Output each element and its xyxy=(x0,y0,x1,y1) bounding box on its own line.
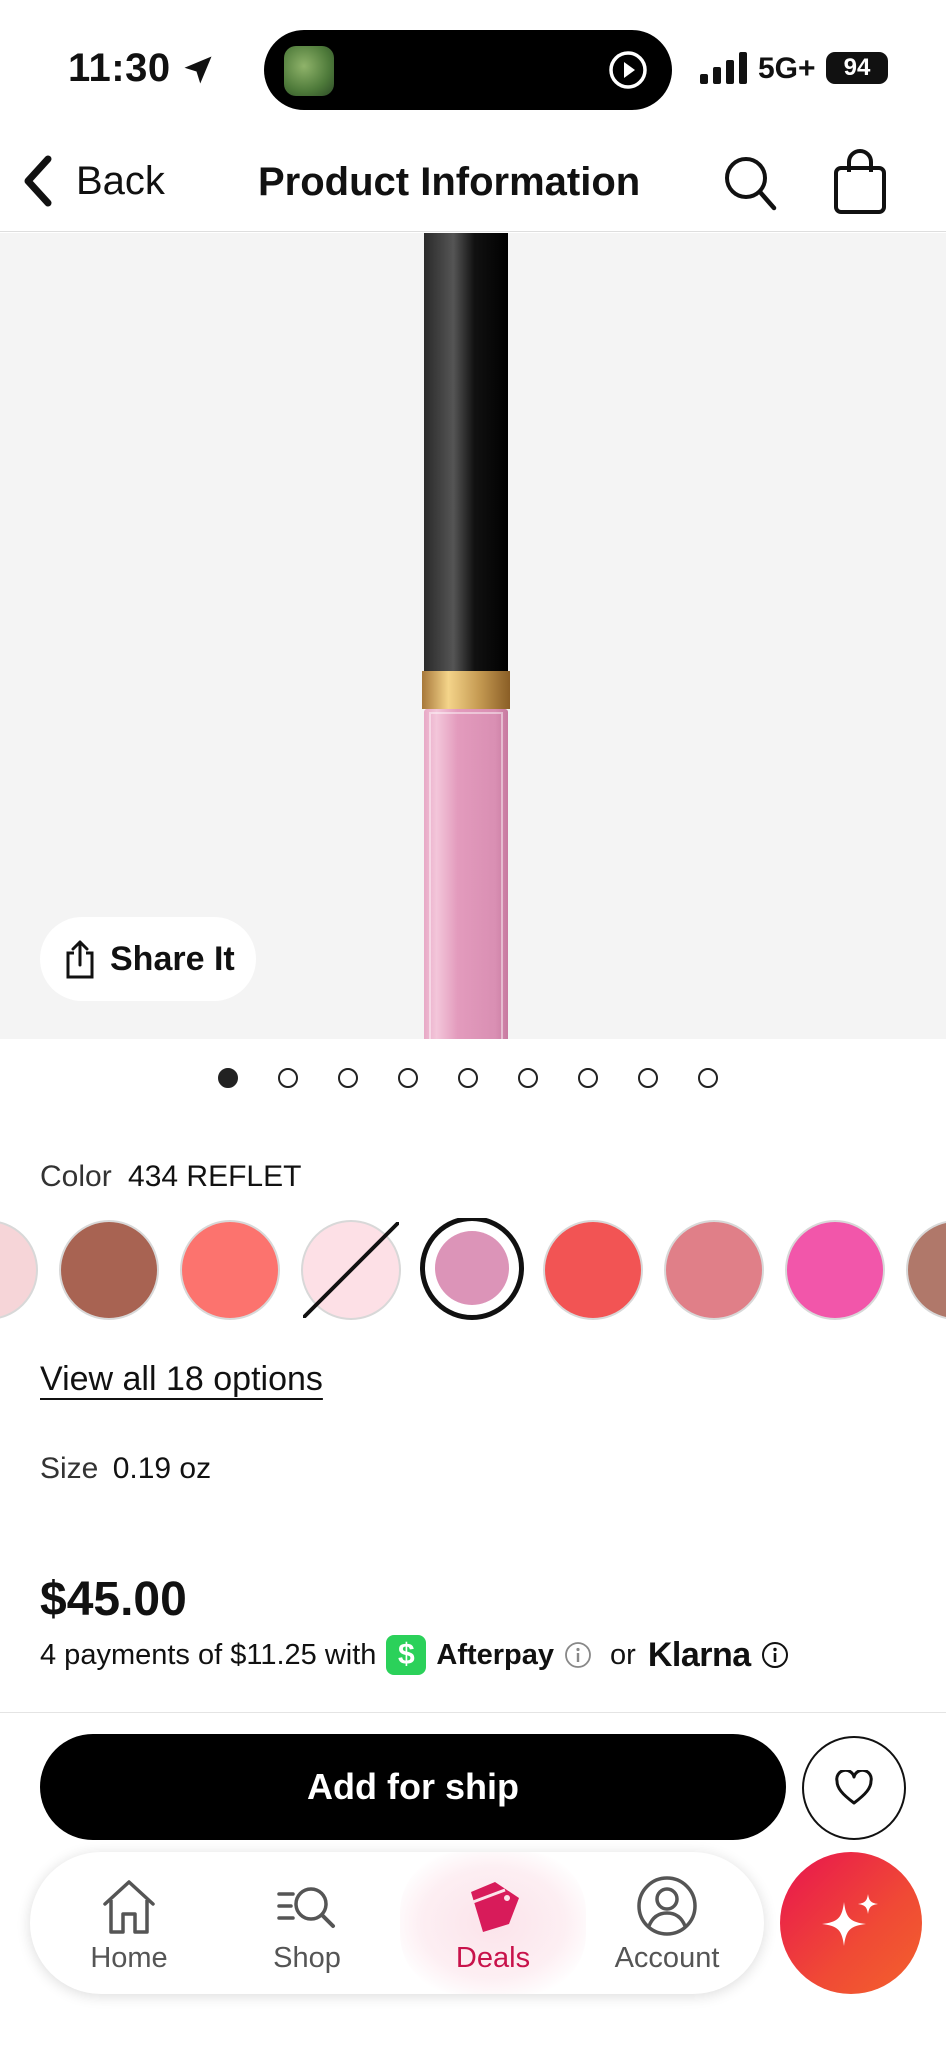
color-label: Color xyxy=(40,1160,112,1193)
color-swatch[interactable] xyxy=(301,1220,401,1320)
tab-deals[interactable]: Deals xyxy=(400,1852,586,1994)
battery-level: 94 xyxy=(843,54,871,81)
afterpay-logo-icon: $ xyxy=(386,1635,427,1675)
installments-text: 4 payments of $11.25 with xyxy=(40,1638,377,1671)
shop-search-icon xyxy=(277,1887,335,1928)
product-price: $45.00 xyxy=(40,1573,187,1626)
tab-label: Account xyxy=(614,1942,720,1974)
share-icon xyxy=(66,940,94,979)
size-row: Size 0.19 oz xyxy=(40,1452,211,1486)
afterpay-info-icon[interactable] xyxy=(564,1641,592,1669)
lip-gloss-product-image xyxy=(422,233,510,1039)
klarna-info-icon[interactable] xyxy=(761,1641,789,1669)
nav-header: Back Product Information xyxy=(0,132,946,232)
wishlist-button[interactable] xyxy=(802,1736,906,1840)
add-for-ship-button[interactable]: Add for ship xyxy=(40,1734,786,1840)
color-swatch[interactable] xyxy=(543,1220,643,1320)
account-icon xyxy=(637,1876,697,1936)
carousel-dot[interactable] xyxy=(398,1068,418,1088)
carousel-dot[interactable] xyxy=(458,1068,478,1088)
carousel-dot[interactable] xyxy=(218,1068,238,1088)
tab-account[interactable]: Account xyxy=(582,1852,752,1994)
color-swatch[interactable] xyxy=(664,1220,764,1320)
divider xyxy=(0,1712,946,1713)
color-swatch[interactable] xyxy=(785,1220,885,1320)
status-time: 11:30 xyxy=(68,46,171,90)
view-all-options-link[interactable]: View all 18 options xyxy=(40,1360,323,1399)
swatch-fill xyxy=(435,1231,509,1305)
payment-options: 4 payments of $11.25 with $ Afterpay or … xyxy=(40,1632,789,1678)
share-button[interactable]: Share It xyxy=(40,917,256,1001)
carousel-dot[interactable] xyxy=(638,1068,658,1088)
home-icon xyxy=(103,1880,155,1934)
color-swatch[interactable] xyxy=(420,1218,524,1320)
afterpay-label: Afterpay xyxy=(436,1638,555,1671)
heart-icon xyxy=(835,1770,873,1805)
sparkle-icon xyxy=(822,1894,878,1946)
color-row: Color 434 REFLET xyxy=(40,1160,301,1194)
size-label: Size xyxy=(40,1452,99,1485)
back-label: Back xyxy=(76,158,165,203)
color-swatch[interactable] xyxy=(180,1220,280,1320)
carousel-dot[interactable] xyxy=(338,1068,358,1088)
size-value: 0.19 oz xyxy=(112,1452,212,1485)
color-swatch[interactable] xyxy=(59,1220,159,1320)
color-swatch-list xyxy=(0,1218,946,1322)
unavailable-slash-icon xyxy=(303,1222,399,1318)
klarna-label: Klarna xyxy=(647,1635,751,1674)
color-value: 434 REFLET xyxy=(128,1160,302,1193)
tab-shop[interactable]: Shop xyxy=(222,1852,392,1994)
battery-indicator: 94 xyxy=(826,52,888,84)
carousel-pagination xyxy=(218,1068,718,1088)
product-image-carousel[interactable]: Share It xyxy=(0,233,946,1039)
carousel-dot[interactable] xyxy=(278,1068,298,1088)
deals-tag-icon xyxy=(471,1882,519,1932)
carousel-dot[interactable] xyxy=(698,1068,718,1088)
color-swatch[interactable] xyxy=(906,1220,946,1320)
tab-home[interactable]: Home xyxy=(44,1852,214,1994)
dynamic-island[interactable] xyxy=(264,30,672,110)
or-label: or xyxy=(610,1638,636,1671)
carousel-dot[interactable] xyxy=(518,1068,538,1088)
status-bar: 11:30 5G+ 94 xyxy=(0,0,946,132)
ai-assistant-button[interactable] xyxy=(780,1852,922,1994)
search-icon[interactable] xyxy=(722,150,778,214)
screen-recording-icon xyxy=(609,51,647,89)
bottom-tab-bar: Home Shop Deals Account xyxy=(30,1852,764,1994)
back-button[interactable]: Back xyxy=(20,146,165,216)
chevron-left-icon xyxy=(24,155,52,207)
page-title: Product Information xyxy=(258,160,641,204)
shopping-bag-icon[interactable] xyxy=(832,146,888,216)
tab-label: Home xyxy=(90,1942,168,1974)
tab-label: Shop xyxy=(273,1942,341,1974)
location-arrow-icon xyxy=(184,56,212,84)
network-type: 5G+ xyxy=(758,52,816,85)
now-playing-artwork xyxy=(284,46,334,96)
color-swatch[interactable] xyxy=(0,1220,38,1320)
share-label: Share It xyxy=(110,939,235,978)
cellular-signal-icon xyxy=(700,52,747,84)
tab-label: Deals xyxy=(455,1942,531,1974)
carousel-dot[interactable] xyxy=(578,1068,598,1088)
